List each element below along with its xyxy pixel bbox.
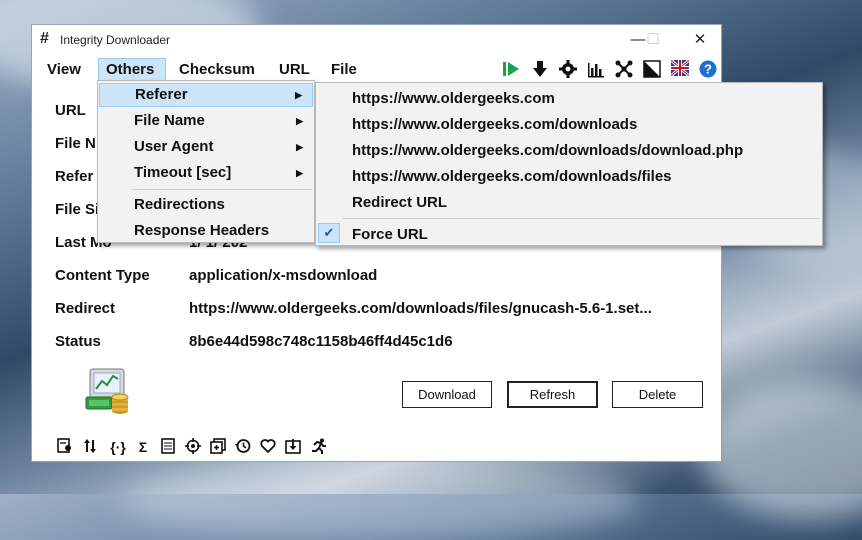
content-type-label: Content Type xyxy=(55,267,150,284)
menu-url[interactable]: URL xyxy=(272,58,317,82)
referer-label: Refer xyxy=(55,168,94,185)
submenu-arrow-icon: ▶ xyxy=(296,142,303,152)
refresh-button[interactable]: Refresh xyxy=(507,381,598,408)
heart-icon[interactable] xyxy=(259,438,277,456)
uk-flag-icon[interactable] xyxy=(670,58,690,80)
gear-icon[interactable] xyxy=(558,60,578,80)
content-type-value: application/x-msdownload xyxy=(189,267,378,284)
menu-view[interactable]: View xyxy=(40,58,88,82)
others-dropdown-menu: Referer ▶ File Name ▶ User Agent ▶ Timeo… xyxy=(97,80,315,243)
menu-item-file-name-label: File Name xyxy=(134,112,205,129)
menu-item-user-agent[interactable]: User Agent ▶ xyxy=(99,135,313,159)
run-icon[interactable] xyxy=(310,438,328,456)
menu-item-timeout[interactable]: Timeout [sec] ▶ xyxy=(99,161,313,185)
menu-item-response-headers-label: Response Headers xyxy=(134,222,270,239)
submenu-item-referer-url[interactable]: https://www.oldergeeks.com xyxy=(352,90,555,107)
certificate-icon[interactable] xyxy=(56,438,74,456)
svg-text:?: ? xyxy=(704,62,712,77)
import-icon[interactable] xyxy=(284,438,302,456)
target-icon[interactable] xyxy=(184,438,202,456)
redirect-value: https://www.oldergeeks.com/downloads/fil… xyxy=(189,300,652,317)
braces-icon[interactable]: {·} xyxy=(106,438,130,456)
status-label: Status xyxy=(55,333,101,350)
submenu-arrow-icon: ▶ xyxy=(296,116,303,126)
menu-separator xyxy=(132,189,312,190)
menu-separator xyxy=(342,218,820,219)
redirect-label: Redirect xyxy=(55,300,116,317)
menu-item-redirections-label: Redirections xyxy=(134,196,225,213)
submenu-item-referer-url[interactable]: https://www.oldergeeks.com/downloads/fil… xyxy=(352,168,672,185)
title-bar[interactable]: # Integrity Downloader — ☐ ✕ xyxy=(32,25,721,55)
referer-submenu: https://www.oldergeeks.com https://www.o… xyxy=(315,82,823,246)
close-button[interactable]: ✕ xyxy=(685,29,715,51)
submenu-item-force-url[interactable]: Force URL xyxy=(352,226,428,243)
network-icon[interactable] xyxy=(614,60,634,80)
contrast-icon[interactable] xyxy=(642,60,662,80)
submenu-item-redirect-url[interactable]: Redirect URL xyxy=(352,194,447,211)
download-button[interactable]: Download xyxy=(402,381,492,408)
sigma-icon[interactable]: Σ xyxy=(134,438,152,456)
play-icon[interactable] xyxy=(501,60,521,80)
file-size-label: File Si xyxy=(55,201,100,218)
app-logo xyxy=(84,367,132,415)
swap-icon[interactable] xyxy=(81,438,99,456)
menu-item-timeout-label: Timeout [sec] xyxy=(134,164,232,181)
app-hash-icon: # xyxy=(40,30,49,47)
submenu-arrow-icon: ▶ xyxy=(295,90,302,100)
status-value: 8b6e44d598c748c1158b46ff4d45c1d6 xyxy=(189,333,453,350)
help-icon[interactable]: ? xyxy=(698,60,718,80)
menu-file[interactable]: File xyxy=(324,58,364,82)
submenu-arrow-icon: ▶ xyxy=(296,168,303,178)
menu-others[interactable]: Others xyxy=(98,58,166,82)
menu-item-response-headers[interactable]: Response Headers xyxy=(99,219,313,243)
menu-item-user-agent-label: User Agent xyxy=(134,138,214,155)
delete-button[interactable]: Delete xyxy=(612,381,703,408)
menu-item-redirections[interactable]: Redirections xyxy=(99,193,313,217)
window-title: Integrity Downloader xyxy=(60,33,171,47)
checkmark-icon: ✔ xyxy=(318,223,340,243)
bar-chart-icon[interactable] xyxy=(586,60,606,80)
url-label: URL xyxy=(55,102,86,119)
download-arrow-icon[interactable] xyxy=(530,60,550,80)
document-icon[interactable] xyxy=(159,438,177,456)
add-window-icon[interactable] xyxy=(209,438,227,456)
menu-item-file-name[interactable]: File Name ▶ xyxy=(99,109,313,133)
menu-checksum[interactable]: Checksum xyxy=(172,58,262,82)
submenu-item-referer-url[interactable]: https://www.oldergeeks.com/downloads xyxy=(352,116,637,133)
submenu-item-referer-url[interactable]: https://www.oldergeeks.com/downloads/dow… xyxy=(352,142,743,159)
history-icon[interactable] xyxy=(234,438,252,456)
maximize-button[interactable]: ☐ xyxy=(638,29,668,51)
menu-item-referer-label: Referer xyxy=(135,86,188,103)
file-name-label: File N xyxy=(55,135,96,152)
menu-item-referer[interactable]: Referer ▶ xyxy=(99,83,313,107)
